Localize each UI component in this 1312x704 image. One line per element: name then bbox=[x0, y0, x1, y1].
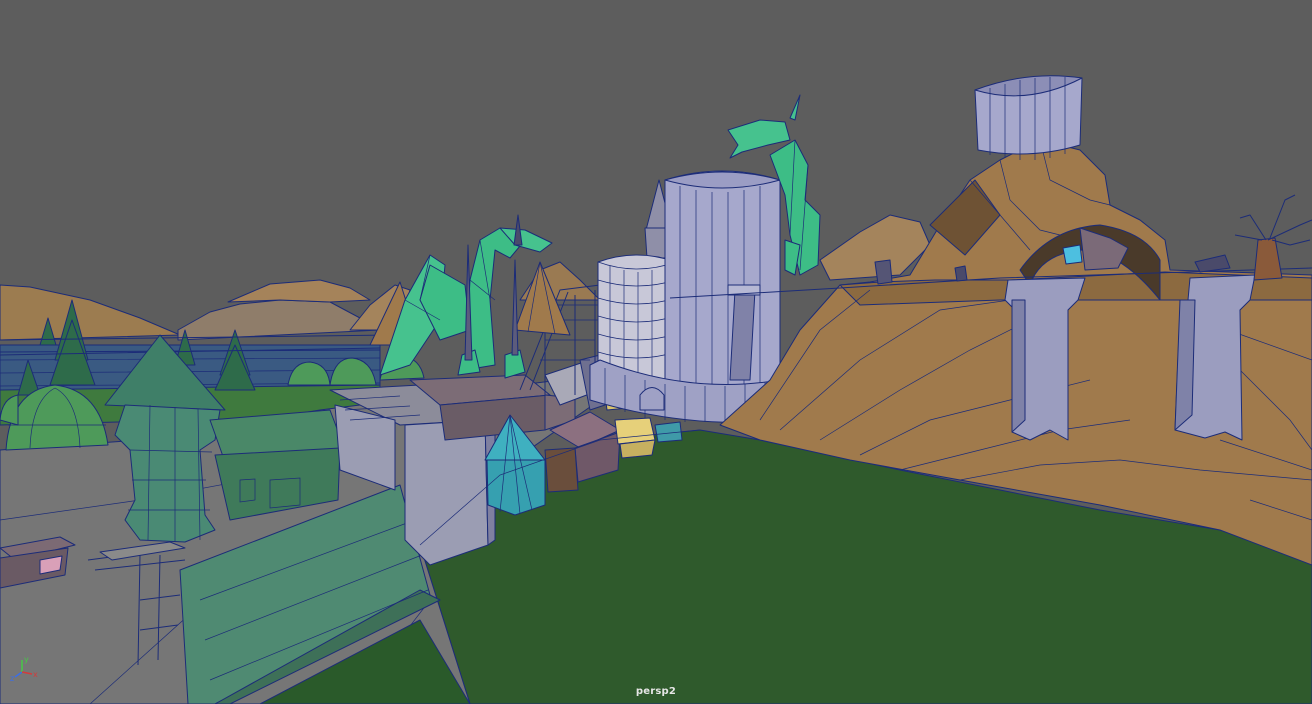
viewport-scene[interactable] bbox=[0, 0, 1312, 704]
maya-viewport-persp[interactable]: y x z persp2 bbox=[0, 0, 1312, 704]
z-axis-label: z bbox=[10, 674, 14, 682]
z-axis-line bbox=[14, 671, 23, 678]
y-axis-label: y bbox=[24, 655, 29, 664]
x-axis-label: x bbox=[33, 670, 38, 679]
dead-tree bbox=[1234, 194, 1312, 281]
axis-gizmo: y x z bbox=[10, 655, 38, 682]
mountain-chimney bbox=[974, 75, 1083, 160]
camera-name-label: persp2 bbox=[635, 686, 677, 697]
x-axis-line bbox=[21, 671, 33, 675]
